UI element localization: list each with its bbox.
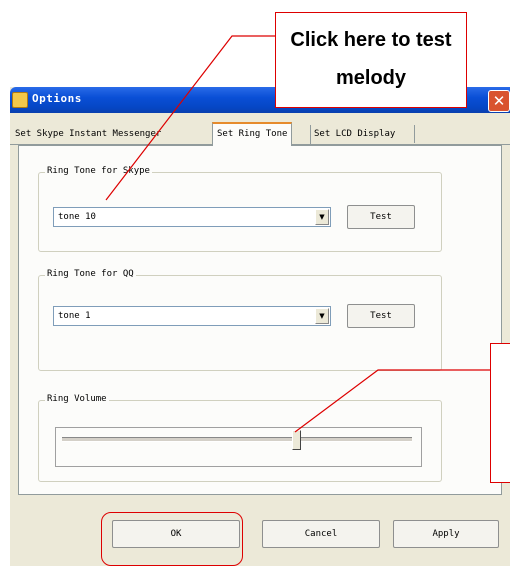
annotation-leader-lines [105,35,490,433]
melody-leader-line [105,35,275,201]
volume-leader-line [294,369,490,433]
